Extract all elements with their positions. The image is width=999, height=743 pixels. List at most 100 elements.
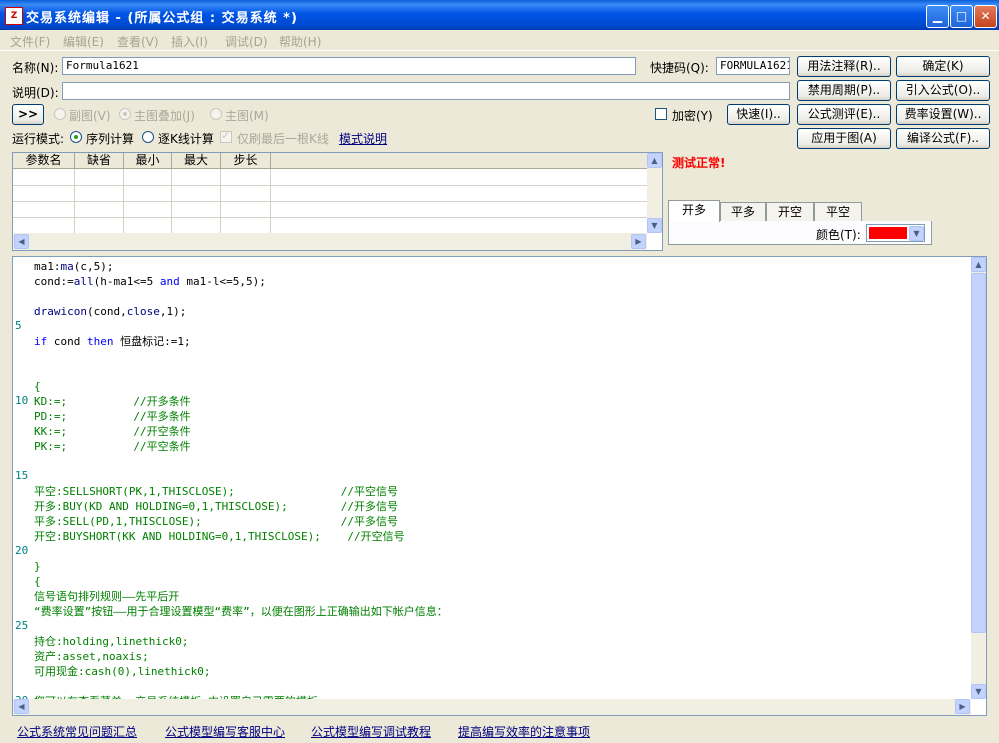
line-number: 25 (15, 619, 29, 632)
code-line[interactable]: 持仓:holding,linethick0; (34, 634, 188, 649)
code-line[interactable]: “费率设置”按钮——用于合理设置模型“费率”，以便在图形上正确输出如下帐户信息： (34, 604, 448, 619)
code-line[interactable]: 平空:SELLSHORT(PK,1,THISCLOSE); //平空信号 (34, 484, 398, 499)
col-step: 步长 (221, 153, 271, 169)
encrypt-checkbox[interactable] (655, 108, 667, 120)
menu-debug[interactable]: 调试(D) (225, 33, 268, 50)
radio-sequential[interactable] (70, 131, 82, 143)
shortcut-input[interactable]: FORMULA1621 (716, 57, 790, 75)
scroll-up-icon[interactable]: ▲ (647, 153, 662, 168)
code-line[interactable]: if cond then 恒盘标记:=1; (34, 334, 191, 349)
tab-open-short[interactable]: 开空 (766, 202, 814, 221)
col-divider (74, 169, 75, 233)
name-input[interactable]: Formula1621 (62, 57, 636, 75)
color-select[interactable]: ▼ (866, 224, 925, 242)
radio-main-overlay[interactable] (119, 108, 131, 120)
code-line[interactable]: PK:=; //平空条件 (34, 439, 191, 454)
quick-button[interactable]: 快速(I).. (727, 104, 790, 125)
line-number: 5 (15, 319, 22, 332)
code-line[interactable]: KD:=; //开多条件 (34, 394, 191, 409)
last-bar-label: 仅刷最后一根K线 (237, 132, 329, 146)
fee-settings-button[interactable]: 费率设置(W).. (896, 104, 990, 125)
maximize-button[interactable]: □ (950, 5, 973, 28)
radio-per-bar-label: 逐K线计算 (158, 132, 214, 146)
col-divider (123, 169, 124, 233)
scroll-left-icon[interactable]: ◀ (14, 699, 29, 714)
scroll-down-icon[interactable]: ▼ (647, 218, 662, 233)
menu-insert[interactable]: 插入(I) (171, 33, 208, 50)
code-line[interactable]: PD:=; //平多条件 (34, 409, 191, 424)
col-divider (171, 169, 172, 233)
code-line[interactable]: 信号语句排列规则——先平后开 (34, 589, 179, 604)
table-row (13, 217, 647, 218)
name-label: 名称(N): (12, 61, 59, 75)
run-mode-label: 运行模式: (12, 132, 65, 146)
code-line[interactable]: ma1:ma(c,5); (34, 259, 114, 274)
code-line[interactable]: 平多:SELL(PD,1,THISCLOSE); //平多信号 (34, 514, 398, 529)
footer-link-support[interactable]: 公式模型编写客服中心 (165, 723, 285, 740)
tab-close-short[interactable]: 平空 (814, 202, 862, 221)
code-area[interactable]: ma1:ma(c,5); cond:=all(h-ma1<=5 and ma1-l… (13, 257, 971, 699)
code-line[interactable]: 资产:asset,noaxis; (34, 649, 149, 664)
menu-bar: 文件(F) 编辑(E) 查看(V) 插入(I) 调试(D) 帮助(H) (0, 30, 999, 51)
menu-file[interactable]: 文件(F) (10, 33, 50, 50)
editor-vscroll[interactable]: ▲ ▼ (971, 257, 986, 699)
menu-edit[interactable]: 编辑(E) (63, 33, 104, 50)
col-divider (270, 169, 271, 233)
shortcut-label: 快捷码(Q): (650, 61, 709, 75)
footer-link-tutorial[interactable]: 公式模型编写调试教程 (311, 723, 431, 740)
radio-main-label: 主图(M) (225, 109, 269, 123)
code-line[interactable]: 开多:BUY(KD AND HOLDING=0,1,THISCLOSE); //… (34, 499, 398, 514)
close-button[interactable]: ✕ (974, 5, 997, 28)
code-line[interactable]: { (34, 379, 41, 394)
radio-main[interactable] (210, 108, 222, 120)
usage-note-button[interactable]: 用法注释(R).. (797, 56, 891, 77)
desc-input[interactable] (62, 82, 790, 100)
last-bar-checkbox[interactable] (220, 129, 232, 143)
code-line[interactable]: KK:=; //开空条件 (34, 424, 191, 439)
import-formula-button[interactable]: 引入公式(O).. (896, 80, 990, 101)
status-text: 测试正常! (672, 156, 726, 170)
color-swatch (869, 227, 907, 239)
code-line[interactable]: 可用现金:cash(0),linethick0; (34, 664, 210, 679)
minimize-button[interactable]: ▁ (926, 5, 949, 28)
editor-hscroll[interactable]: ◀ ▶ (13, 699, 971, 715)
expand-button[interactable]: >> (12, 104, 44, 125)
scroll-right-icon[interactable]: ▶ (631, 234, 646, 249)
code-line[interactable]: cond:=all(h-ma1<=5 and ma1-l<=5,5); (34, 274, 266, 289)
code-line[interactable]: { (34, 574, 41, 589)
scroll-up-icon[interactable]: ▲ (971, 257, 986, 272)
scroll-right-icon[interactable]: ▶ (955, 699, 970, 714)
compile-button[interactable]: 编译公式(F).. (896, 128, 990, 149)
footer-link-tips[interactable]: 提高编写效率的注意事项 (458, 723, 590, 740)
col-max: 最大 (172, 153, 221, 169)
app-icon: Z (5, 7, 23, 25)
mode-help-link[interactable]: 模式说明 (339, 130, 387, 147)
code-editor[interactable]: ma1:ma(c,5); cond:=all(h-ma1<=5 and ma1-l… (12, 256, 987, 716)
tab-open-long[interactable]: 开多 (668, 200, 720, 222)
radio-main-overlay-label: 主图叠加(J) (134, 109, 195, 123)
radio-per-bar[interactable] (142, 131, 154, 143)
chevron-down-icon[interactable]: ▼ (909, 226, 924, 241)
window-title: 交易系统编辑 - (所属公式组 : 交易系统 *) (26, 11, 298, 26)
apply-chart-button[interactable]: 应用于图(A) (797, 128, 891, 149)
line-number: 15 (15, 469, 29, 482)
param-hscroll[interactable]: ◀ ▶ (13, 233, 647, 250)
menu-view[interactable]: 查看(V) (117, 33, 159, 50)
ok-button[interactable]: 确定(K) (896, 56, 990, 77)
title-bar: Z 交易系统编辑 - (所属公式组 : 交易系统 *) ▁ □ ✕ (0, 0, 999, 30)
formula-eval-button[interactable]: 公式测评(E).. (797, 104, 891, 125)
code-line[interactable]: drawicon(cond,close,1); (34, 304, 186, 319)
tab-close-long[interactable]: 平多 (720, 202, 766, 221)
footer-link-faq[interactable]: 公式系统常见问题汇总 (17, 723, 137, 740)
param-vscroll[interactable]: ▲ ▼ (647, 153, 662, 233)
code-line[interactable]: } (34, 559, 41, 574)
scroll-thumb[interactable] (971, 273, 986, 633)
disable-period-button[interactable]: 禁用周期(P).. (797, 80, 891, 101)
encrypt-label: 加密(Y) (672, 109, 713, 123)
radio-subchart-label: 副图(V) (69, 109, 111, 123)
menu-help[interactable]: 帮助(H) (279, 33, 321, 50)
scroll-down-icon[interactable]: ▼ (971, 684, 986, 699)
code-line[interactable]: 开空:BUYSHORT(KK AND HOLDING=0,1,THISCLOSE… (34, 529, 405, 544)
radio-subchart[interactable] (54, 108, 66, 120)
scroll-left-icon[interactable]: ◀ (14, 234, 29, 249)
